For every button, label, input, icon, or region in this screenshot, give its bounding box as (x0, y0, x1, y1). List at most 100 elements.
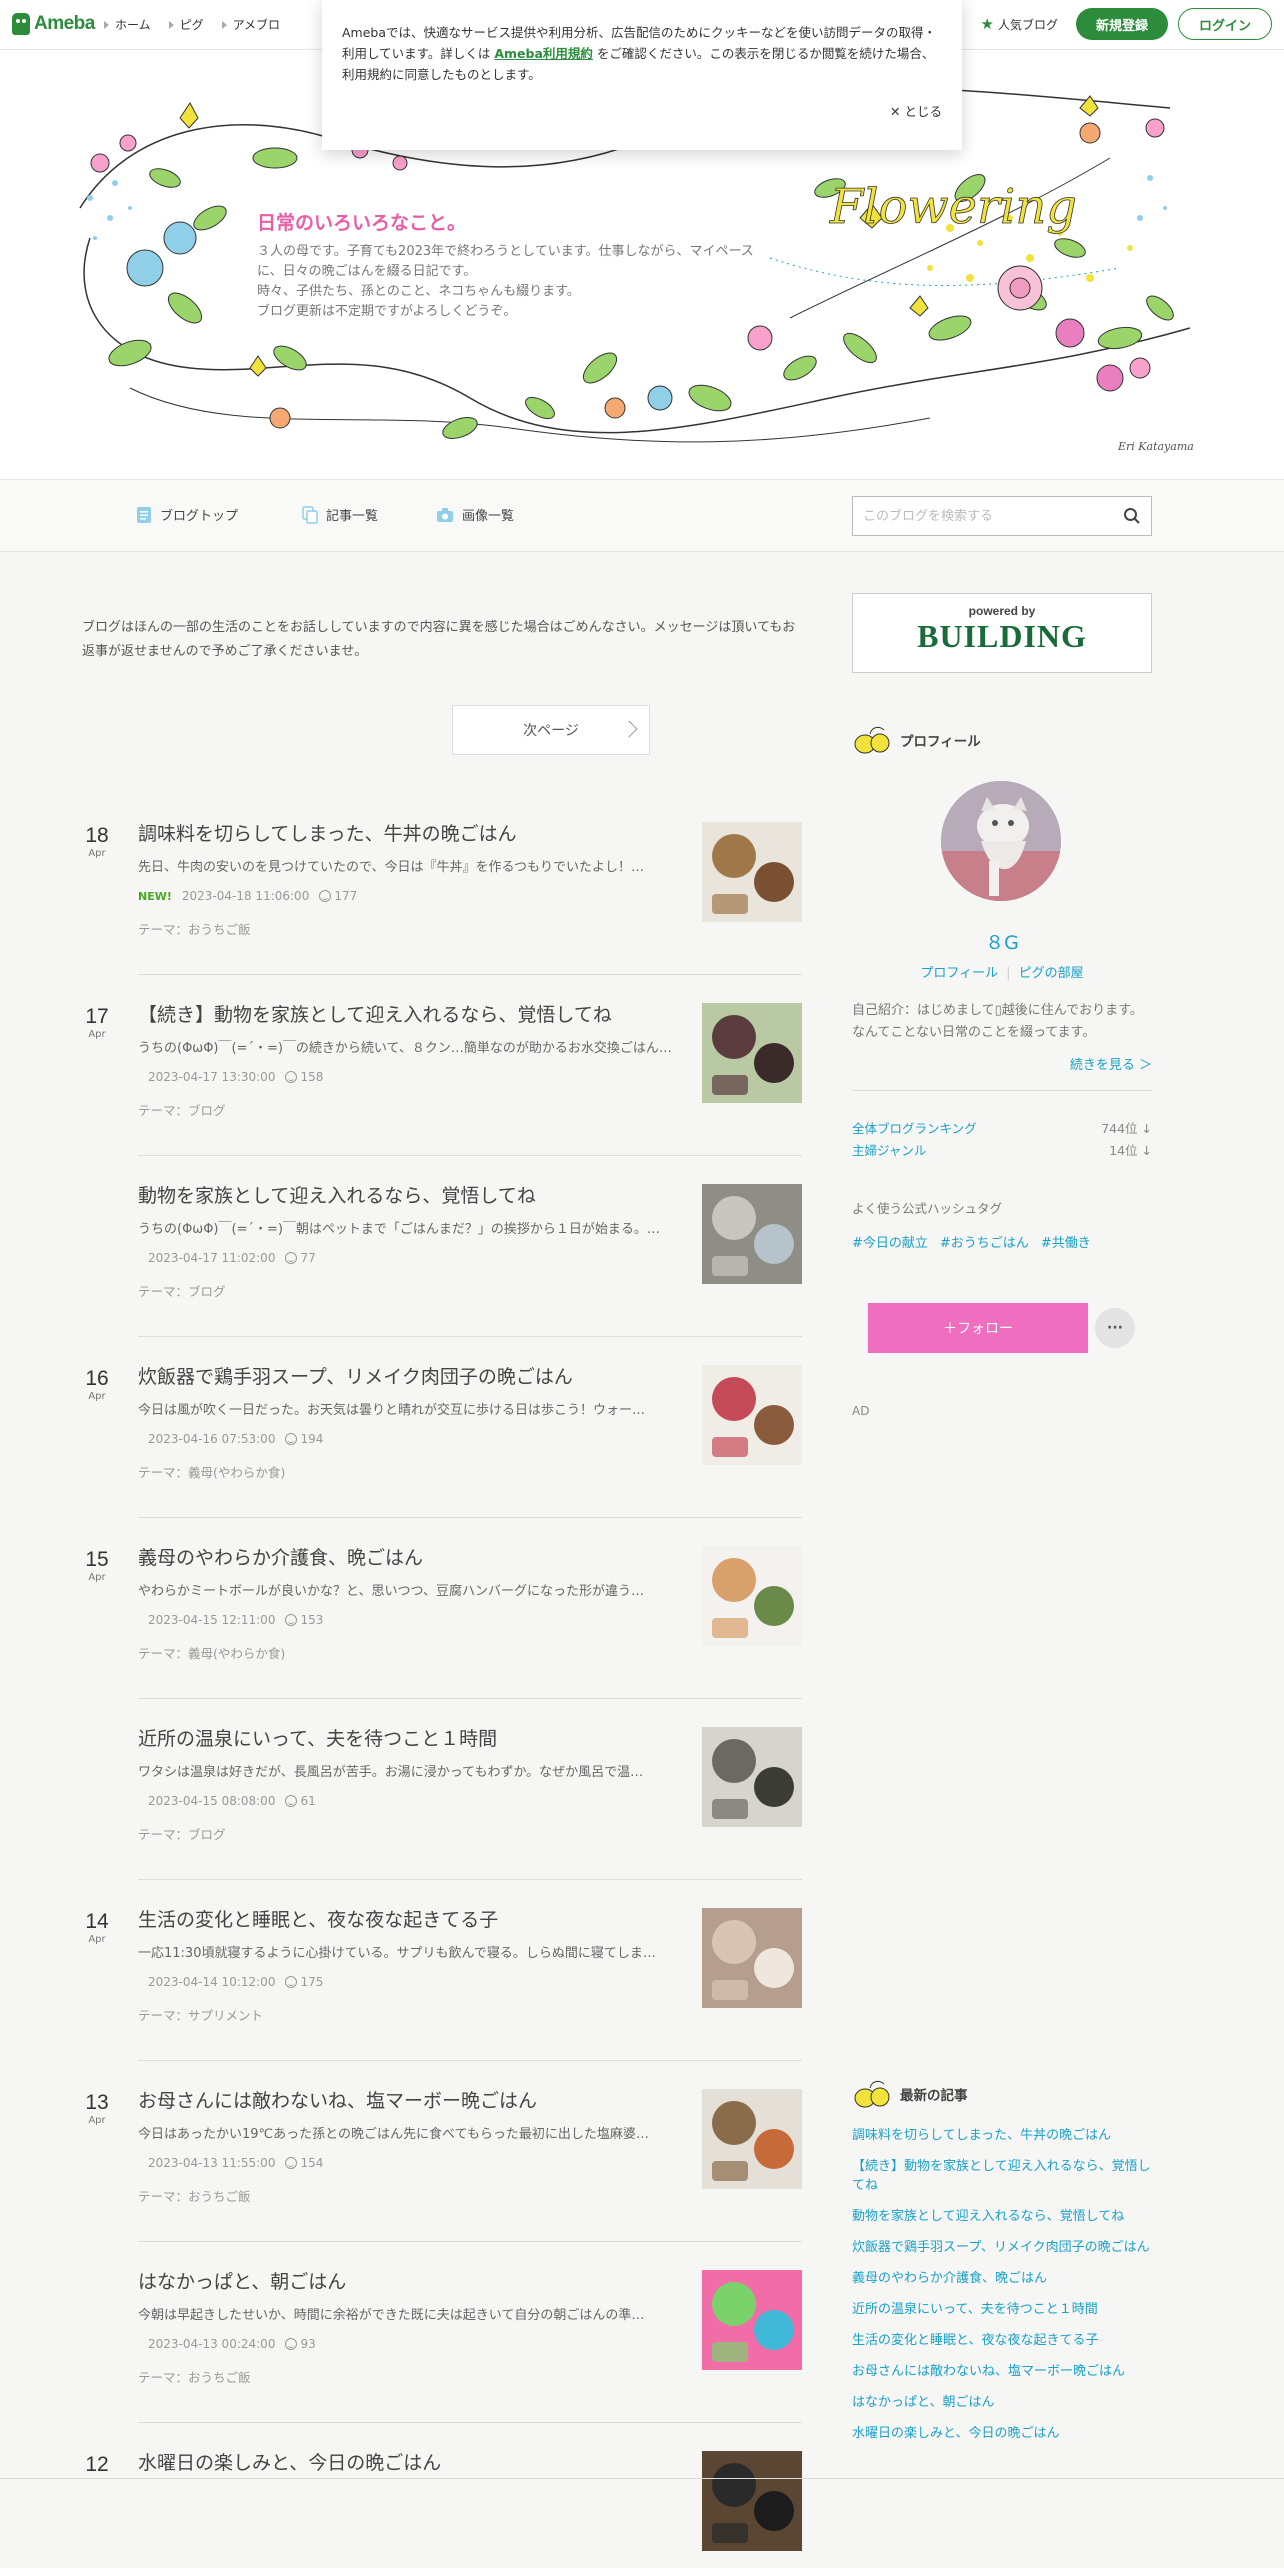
entry-title-link[interactable]: はなかっぱと、朝ごはん (138, 2270, 694, 2294)
latest-entry-link[interactable]: 義母のやわらか介護食、晩ごはん (852, 2269, 1152, 2288)
entry-thumbnail[interactable] (702, 1003, 802, 1103)
entry-excerpt: 一応11:30頃就寝するように心掛けている。サプリも飲んで寝る。しらぬ間に寝てし… (138, 1946, 656, 1961)
likes[interactable]: 61 (285, 1794, 316, 1808)
entry-datetime: 2023-04-14 10:12:00 (148, 1975, 276, 1989)
entry-title-link[interactable]: 【続き】動物を家族として迎え入れるなら、覚悟してね (138, 1003, 694, 1027)
entry-thumbnail[interactable] (702, 1908, 802, 2008)
avatar-photo (941, 781, 1061, 901)
latest-entry-link[interactable]: お母さんには敵わないね、塩マーボー晩ごはん (852, 2362, 1152, 2381)
likes[interactable]: 194 (285, 1432, 323, 1446)
entry-thumbnail[interactable] (702, 1727, 802, 1827)
nav-ameblo[interactable]: アメブロ (221, 16, 281, 33)
entry-theme-link[interactable]: テーマ：ブログ (138, 1100, 694, 1119)
entry-theme-link[interactable]: テーマ：義母(やわらか食) (138, 1643, 694, 1662)
entry-title-link[interactable]: 調味料を切らしてしまった、牛丼の晩ごはん (138, 822, 694, 846)
entry-divider (138, 1336, 802, 1337)
entry-theme-link[interactable]: テーマ：ブログ (138, 1824, 694, 1843)
likes[interactable]: 154 (285, 2156, 323, 2170)
triangle-right-icon (168, 20, 174, 29)
entry-title-link[interactable]: 近所の温泉にいって、夫を待つこと１時間 (138, 1727, 694, 1751)
entry-thumbnail[interactable] (702, 1546, 802, 1646)
avatar[interactable] (941, 781, 1061, 901)
hashtag-link[interactable]: #おうちごはん (940, 1232, 1029, 1251)
entry-meta: 2023-04-13 11:55:00 154 (138, 2156, 694, 2170)
entry-theme-link[interactable]: テーマ：サプリメント (138, 2005, 694, 2024)
entry-title-link[interactable]: 動物を家族として迎え入れるなら、覚悟してね (138, 1184, 694, 1208)
hashtag-link[interactable]: #今日の献立 (852, 1232, 928, 1251)
profile-name[interactable]: ８G (852, 928, 1152, 955)
entry-theme-link[interactable]: テーマ：おうちご飯 (138, 919, 694, 938)
nav-home[interactable]: ホーム (104, 16, 151, 33)
entry-thumbnail[interactable] (702, 2451, 802, 2551)
blog-title[interactable]: 日常のいろいろなこと。 (257, 208, 466, 235)
likes[interactable]: 153 (285, 1613, 323, 1627)
tab-image-list[interactable]: 画像一覧 (436, 505, 514, 524)
popular-blogs-link[interactable]: ★ 人気ブログ (981, 15, 1058, 33)
entry-title-link[interactable]: 義母のやわらか介護食、晩ごはん (138, 1546, 694, 1570)
likes-count: 158 (300, 1070, 324, 1084)
blog-search-input[interactable] (863, 508, 1123, 524)
entry-theme-link[interactable]: テーマ：おうちご飯 (138, 2367, 694, 2386)
entry-theme-link[interactable]: テーマ：義母(やわらか食) (138, 1462, 694, 1481)
entry-thumbnail[interactable] (702, 1365, 802, 1465)
entry-thumbnail[interactable] (702, 1184, 802, 1284)
latest-entry-link[interactable]: 【続き】動物を家族として迎え入れるなら、覚悟してね (852, 2157, 1152, 2195)
signup-button[interactable]: 新規登録 (1075, 8, 1168, 40)
popular-blogs-label: 人気ブログ (997, 17, 1058, 32)
likes[interactable]: 93 (285, 2337, 316, 2351)
next-page-button[interactable]: 次ページ (452, 705, 650, 755)
entry-title-link[interactable]: 水曜日の楽しみと、今日の晩ごはん (138, 2451, 694, 2475)
entry-item: 14 Apr 生活の変化と睡眠と、夜な夜な起きてる子 一応11:30頃就寝するよ… (82, 1908, 802, 2089)
latest-entry-link[interactable]: 炊飯器で鶏手羽スープ、リメイク肉団子の晩ごはん (852, 2238, 1152, 2257)
cookie-close-button[interactable]: ✕ とじる (890, 101, 942, 122)
entry-item: 12 水曜日の楽しみと、今日の晩ごはん (82, 2451, 802, 2568)
login-button[interactable]: ログイン (1177, 8, 1272, 40)
hashtag-heading: よく使う公式ハッシュタグ (852, 1201, 1003, 1216)
entry-month: Apr (88, 1029, 106, 1040)
nav-ameblo-label: アメブロ (232, 18, 281, 32)
entry-thumbnail[interactable] (702, 822, 802, 922)
profile-link[interactable]: プロフィール (920, 966, 998, 981)
hashtag-link[interactable]: #共働き (1041, 1232, 1091, 1251)
pigg-room-link[interactable]: ピグの部屋 (1019, 966, 1084, 981)
entry-title-link[interactable]: 生活の変化と睡眠と、夜な夜な起きてる子 (138, 1908, 694, 1932)
search-icon[interactable] (1123, 507, 1141, 525)
latest-entry-link[interactable]: 水曜日の楽しみと、今日の晩ごはん (852, 2424, 1152, 2443)
nav-pigg[interactable]: ピグ (168, 16, 204, 33)
latest-entry-link[interactable]: 近所の温泉にいって、夫を待つこと１時間 (852, 2300, 1152, 2319)
overall-ranking-link[interactable]: 全体ブログランキング (852, 1118, 977, 1137)
latest-entry-link[interactable]: はなかっぱと、朝ごはん (852, 2393, 1152, 2412)
separator: | (1006, 966, 1011, 981)
entry-item: 18 Apr 調味料を切らしてしまった、牛丼の晩ごはん 先日、牛肉の安いのを見つ… (82, 822, 802, 1003)
latest-entry-link[interactable]: 生活の変化と睡眠と、夜な夜な起きてる子 (852, 2331, 1152, 2350)
ameba-logo[interactable]: Ameba (12, 13, 95, 35)
entry-theme-link[interactable]: テーマ：おうちご飯 (138, 2186, 694, 2205)
entry-photo (702, 822, 802, 922)
tab-blog-top[interactable]: ブログトップ (136, 505, 238, 524)
latest-entry-link[interactable]: 動物を家族として迎え入れるなら、覚悟してね (852, 2207, 1152, 2226)
read-more-link[interactable]: 続きを見る ＞ (852, 1054, 1152, 1073)
likes[interactable]: 175 (285, 1975, 323, 1989)
more-options-button[interactable]: ··· (1095, 1308, 1135, 1348)
divider (852, 1090, 1152, 1091)
genre-ranking-link[interactable]: 主婦ジャンル (852, 1140, 926, 1159)
entry-title-link[interactable]: お母さんには敵わないね、塩マーボー晩ごはん (138, 2089, 694, 2113)
entry-photo (702, 1365, 802, 1465)
cookie-notice: Amebaでは、快適なサービス提供や利用分析、広告配信のためにクッキーなどを使い… (322, 0, 962, 150)
latest-entry-link[interactable]: 調味料を切らしてしまった、牛丼の晩ごはん (852, 2126, 1152, 2145)
entry-thumbnail[interactable] (702, 2089, 802, 2189)
terms-link[interactable]: Ameba利用規約 (494, 46, 593, 61)
likes[interactable]: 158 (285, 1070, 323, 1084)
likes[interactable]: 177 (319, 889, 357, 903)
entry-thumbnail[interactable] (702, 2270, 802, 2370)
building-ad-banner[interactable]: powered by BUILDING (852, 593, 1152, 673)
entry-body: お母さんには敵わないね、塩マーボー晩ごはん 今日はあったかい19℃あった孫との晩… (138, 2089, 694, 2205)
ad-brand: BUILDING (917, 618, 1087, 654)
tab-entry-list[interactable]: 記事一覧 (302, 505, 378, 524)
entry-month: Apr (88, 1391, 106, 1402)
entry-theme-link[interactable]: テーマ：ブログ (138, 1281, 694, 1300)
follow-button[interactable]: ＋フォロー (868, 1303, 1088, 1353)
entry-item: 13 Apr お母さんには敵わないね、塩マーボー晩ごはん 今日はあったかい19℃… (82, 2089, 802, 2270)
entry-title-link[interactable]: 炊飯器で鶏手羽スープ、リメイク肉団子の晩ごはん (138, 1365, 694, 1389)
likes[interactable]: 77 (285, 1251, 316, 1265)
